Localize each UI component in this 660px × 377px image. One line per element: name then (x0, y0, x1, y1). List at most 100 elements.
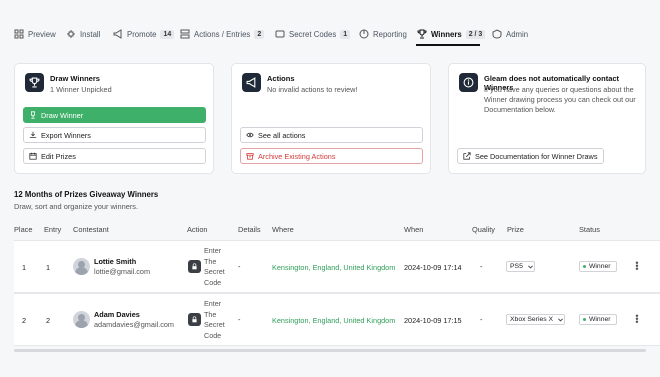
action-text: Enter The Secret Code (204, 299, 230, 341)
column-header-prize[interactable]: Prize (507, 225, 524, 234)
quality-cell: - (480, 262, 483, 271)
tab-label: Reporting (373, 29, 407, 39)
action-line: Enter (204, 246, 222, 255)
action-line: Secret (204, 267, 225, 277)
count-badge: 1 (340, 29, 351, 39)
code-icon (275, 30, 285, 38)
column-header-when[interactable]: When (404, 225, 423, 234)
tab-admin[interactable]: Admin (492, 27, 528, 41)
chevron-down-icon (527, 265, 533, 269)
card-title: Actions (267, 74, 295, 83)
status-badge[interactable]: Winner (579, 261, 617, 272)
contestant-email: adamdavies@gmail.com (94, 320, 175, 329)
horizontal-scrollbar[interactable] (14, 349, 646, 352)
chart-icon (359, 29, 369, 39)
prize-select[interactable]: Xbox Series X (506, 314, 566, 325)
tab-label: Install (80, 29, 101, 39)
contestant-name[interactable]: Lottie Smith (94, 257, 136, 266)
draw-winner-button[interactable]: Draw Winner (23, 107, 206, 123)
when-cell: 2024-10-09 17:14 (404, 263, 462, 272)
tab-label: Promote (127, 29, 157, 39)
tab-winners[interactable]: Winners 2 / 3 (417, 27, 486, 41)
tab-promote[interactable]: Promote 14 (113, 27, 175, 41)
column-header-quality[interactable]: Quality (472, 225, 495, 234)
more-options-icon[interactable]: • • • (635, 259, 639, 274)
tab-label: Actions / Entries (194, 29, 251, 39)
tab-preview[interactable]: Preview (14, 27, 56, 41)
lock-icon (188, 313, 201, 326)
column-header-details[interactable]: Details (238, 225, 261, 234)
contestant-email: lottie@gmail.com (94, 267, 151, 276)
actions-card: Actions No invalid actions to review! Se… (231, 63, 431, 174)
card-body-line: If you have any queries or questions abo… (484, 85, 634, 94)
count-badge: 2 (254, 29, 265, 39)
eye-icon (246, 132, 254, 138)
download-icon (29, 131, 37, 138)
draw-winners-card: Draw Winners 1 Winner Unpicked Draw Winn… (14, 63, 214, 174)
lock-icon (188, 260, 201, 273)
location-link[interactable]: Kensington, England, United Kingdom (272, 316, 395, 325)
tab-label: Winners (431, 29, 462, 39)
archive-icon (246, 153, 254, 160)
grid-icon (14, 29, 24, 39)
table-row[interactable]: 1 1 Lottie Smith lottie@gmail.com Enter … (14, 240, 660, 293)
megaphone-icon (113, 29, 122, 39)
see-all-actions-button[interactable]: See all actions (240, 127, 423, 143)
tab-actions-entries[interactable]: Actions / Entries 2 (180, 27, 265, 41)
external-link-icon (463, 152, 471, 160)
tab-secret-codes[interactable]: Secret Codes 1 (275, 27, 351, 41)
info-icon (459, 73, 478, 92)
trophy-icon (25, 73, 44, 92)
card-title: Draw Winners (50, 74, 100, 83)
prize-value: PS5 (510, 263, 523, 270)
megaphone-icon (242, 73, 261, 92)
status-dot (583, 265, 586, 268)
trophy-icon (417, 29, 427, 39)
details-cell: - (238, 315, 241, 324)
plug-icon (67, 30, 75, 38)
count-badge: 2 / 3 (465, 29, 486, 39)
tab-reporting[interactable]: Reporting (359, 27, 407, 41)
avatar (73, 311, 90, 328)
card-body-line: Documentation below. (484, 105, 556, 114)
edit-prizes-button[interactable]: Edit Prizes (23, 148, 206, 164)
button-label: Archive Existing Actions (258, 151, 336, 161)
archive-actions-button[interactable]: Archive Existing Actions (240, 148, 423, 164)
column-header-where[interactable]: Where (272, 225, 294, 234)
action-line: Secret (204, 320, 225, 330)
action-line: The (204, 256, 217, 266)
export-winners-button[interactable]: Export Winners (23, 127, 206, 143)
tab-install[interactable]: Install (66, 27, 100, 41)
tab-label: Preview (28, 29, 56, 39)
column-header-status[interactable]: Status (579, 225, 600, 234)
contestant-name[interactable]: Adam Davies (94, 310, 140, 319)
button-label: See Documentation for Winner Draws (475, 151, 598, 161)
tab-label: Admin (506, 29, 529, 39)
location-link[interactable]: Kensington, England, United Kingdom (272, 263, 395, 272)
column-header-place[interactable]: Place (14, 225, 33, 234)
card-subtitle: No invalid actions to review! (267, 85, 358, 94)
shield-icon (492, 29, 502, 39)
more-options-icon[interactable]: • • • (635, 312, 639, 327)
action-line: The (204, 309, 217, 319)
when-cell: 2024-10-09 17:15 (404, 316, 462, 325)
chevron-down-icon (558, 318, 563, 322)
column-header-contestant[interactable]: Contestant (73, 225, 109, 234)
status-label: Winner (589, 316, 611, 323)
quality-cell: - (480, 315, 483, 324)
place-cell: 1 (22, 263, 27, 272)
column-header-action[interactable]: Action (187, 225, 208, 234)
trophy-icon (31, 111, 35, 119)
status-badge[interactable]: Winner (579, 314, 617, 325)
prize-select[interactable]: PS5 (506, 261, 535, 272)
count-badge: 14 (160, 29, 175, 39)
column-header-entry[interactable]: Entry (44, 225, 61, 234)
calendar-icon (29, 152, 37, 160)
section-subtitle: Draw, sort and organize your winners. (14, 202, 139, 211)
see-documentation-button[interactable]: See Documentation for Winner Draws (457, 148, 604, 164)
button-label: Edit Prizes (41, 151, 76, 161)
prize-value: Xbox Series X (510, 316, 554, 323)
avatar (73, 258, 90, 275)
table-row[interactable]: 2 2 Adam Davies adamdavies@gmail.com Ent… (14, 293, 660, 346)
details-cell: - (238, 262, 241, 271)
